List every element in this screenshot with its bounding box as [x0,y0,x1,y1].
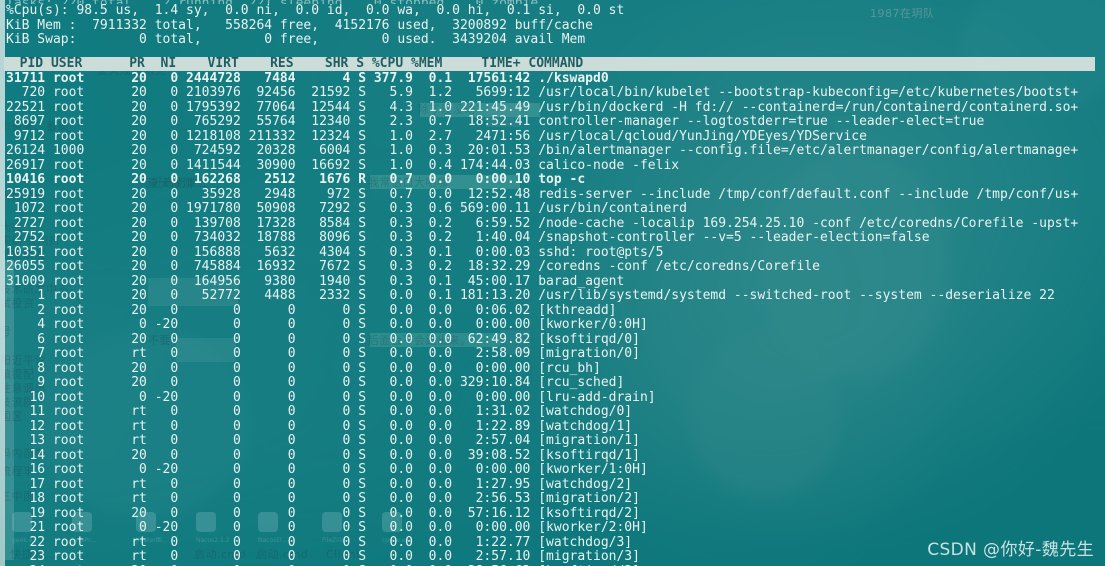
process-row[interactable]: 11 root rt 0 0 0 0 S 0.0 0.0 1:31.02 [wa… [6,404,1105,420]
process-row[interactable]: 12 root rt 0 0 0 0 S 0.0 0.0 1:22.89 [wa… [6,419,1105,435]
process-row[interactable]: 4 root 0 -20 0 0 0 S 0.0 0.0 0:00.00 [kw… [6,317,1105,333]
process-row[interactable]: 31711 root 20 0 2444728 7484 4 S 377.9 0… [6,71,1105,87]
process-row[interactable]: 23 root rt 0 0 0 0 S 0.0 0.0 2:57.10 [mi… [6,549,1105,565]
process-row[interactable]: 10351 root 20 0 156888 5632 4304 S 0.3 0… [6,245,1105,261]
process-row[interactable]: 18 root rt 0 0 0 0 S 0.0 0.0 2:56.53 [mi… [6,491,1105,507]
process-row[interactable]: 7 root rt 0 0 0 0 S 0.0 0.0 2:58.09 [mig… [6,346,1105,362]
process-row[interactable]: 21 root 0 -20 0 0 0 S 0.0 0.0 0:00.00 [k… [6,520,1105,536]
process-row[interactable]: 19 root 20 0 0 0 0 S 0.0 0.0 57:16.12 [k… [6,506,1105,522]
process-row[interactable]: 14 root 20 0 0 0 0 S 0.0 0.0 39:08.52 [k… [6,448,1105,464]
process-row[interactable]: 31009 root 20 0 164956 9380 1940 S 0.3 0… [6,274,1105,290]
process-row[interactable]: 6 root 20 0 0 0 0 S 0.0 0.0 62:49.82 [ks… [6,332,1105,348]
process-row[interactable]: 8 root 20 0 0 0 0 S 0.0 0.0 0:00.00 [rcu… [6,361,1105,377]
process-row[interactable]: 26917 root 20 0 1411544 30900 16692 S 1.… [6,158,1105,174]
process-row[interactable]: 720 root 20 0 2103976 92456 21592 S 5.9 … [6,85,1105,101]
mem-line: KiB Mem : 7911332 total, 558264 free, 41… [6,17,593,33]
process-row[interactable]: 8697 root 20 0 765292 55764 12340 S 2.3 … [6,114,1105,130]
swap-line: KiB Swap: 0 total, 0 free, 0 used. 34392… [6,32,586,47]
process-row[interactable]: 1 root 20 0 52772 4488 2332 S 0.0 0.1 18… [6,288,1105,304]
ghost-text: 1987在玥队 [870,7,935,20]
process-row[interactable]: 10416 root 20 0 162268 2512 1676 R 0.7 0… [6,172,1105,188]
cpu-line: %Cpu(s): 98.5 us, 1.4 sy, 0.0 ni, 0.0 id… [6,3,625,18]
terminal-window[interactable]: 夏大成游网贝 市原果、蓄聚 除了没没动 我常信口大咕哪 大好技研 夏大成游 大兴… [0,0,1105,566]
process-row[interactable]: 25919 root 20 0 35928 2948 972 S 0.7 0.0… [6,187,1105,203]
process-row[interactable]: 13 root rt 0 0 0 0 S 0.0 0.0 2:57.04 [mi… [6,433,1105,449]
process-row[interactable]: 17 root rt 0 0 0 0 S 0.0 0.0 1:27.95 [wa… [6,477,1105,493]
process-row[interactable]: 2 root 20 0 0 0 0 S 0.0 0.0 0:06.02 [kth… [6,303,1105,319]
process-row[interactable]: 9712 root 20 0 1218108 211332 12324 S 1.… [6,129,1105,145]
process-row[interactable]: 22 root rt 0 0 0 0 S 0.0 0.0 1:22.77 [wa… [6,535,1105,551]
process-row[interactable]: 1072 root 20 0 1971780 50908 7292 S 0.3 … [6,201,1105,217]
top-summary-block: Tasks: 220 total, 2 running, 221 sleepin… [6,0,624,48]
process-table-body[interactable]: 31711 root 20 0 2444728 7484 4 S 377.9 0… [6,71,1105,566]
process-row[interactable]: 26055 root 20 0 745884 16932 7672 S 0.3 … [6,259,1105,275]
process-row[interactable]: 26124 1000 20 0 724592 20328 6004 S 1.0 … [6,143,1105,159]
process-row[interactable]: 22521 root 20 0 1795392 77064 12544 S 4.… [6,100,1105,116]
process-table-header[interactable]: PID USER PR NI VIRT RES SHR S %CPU %MEM … [4,57,1095,71]
process-row[interactable]: 10 root 0 -20 0 0 0 S 0.0 0.0 0:00.00 [l… [6,390,1105,406]
tasks-line: Tasks: 220 total, 2 running, 221 sleepin… [6,0,624,4]
process-row[interactable]: 2752 root 20 0 734032 18788 8096 S 0.3 0… [6,230,1105,246]
terminal-left-edge-strip [0,0,5,566]
process-row[interactable]: 9 root 20 0 0 0 0 S 0.0 0.0 329:10.84 [r… [6,375,1105,391]
process-row[interactable]: 2727 root 20 0 139708 17328 8584 S 0.3 0… [6,216,1105,232]
process-row[interactable]: 16 root 0 -20 0 0 0 S 0.0 0.0 0:00.00 [k… [6,462,1105,478]
